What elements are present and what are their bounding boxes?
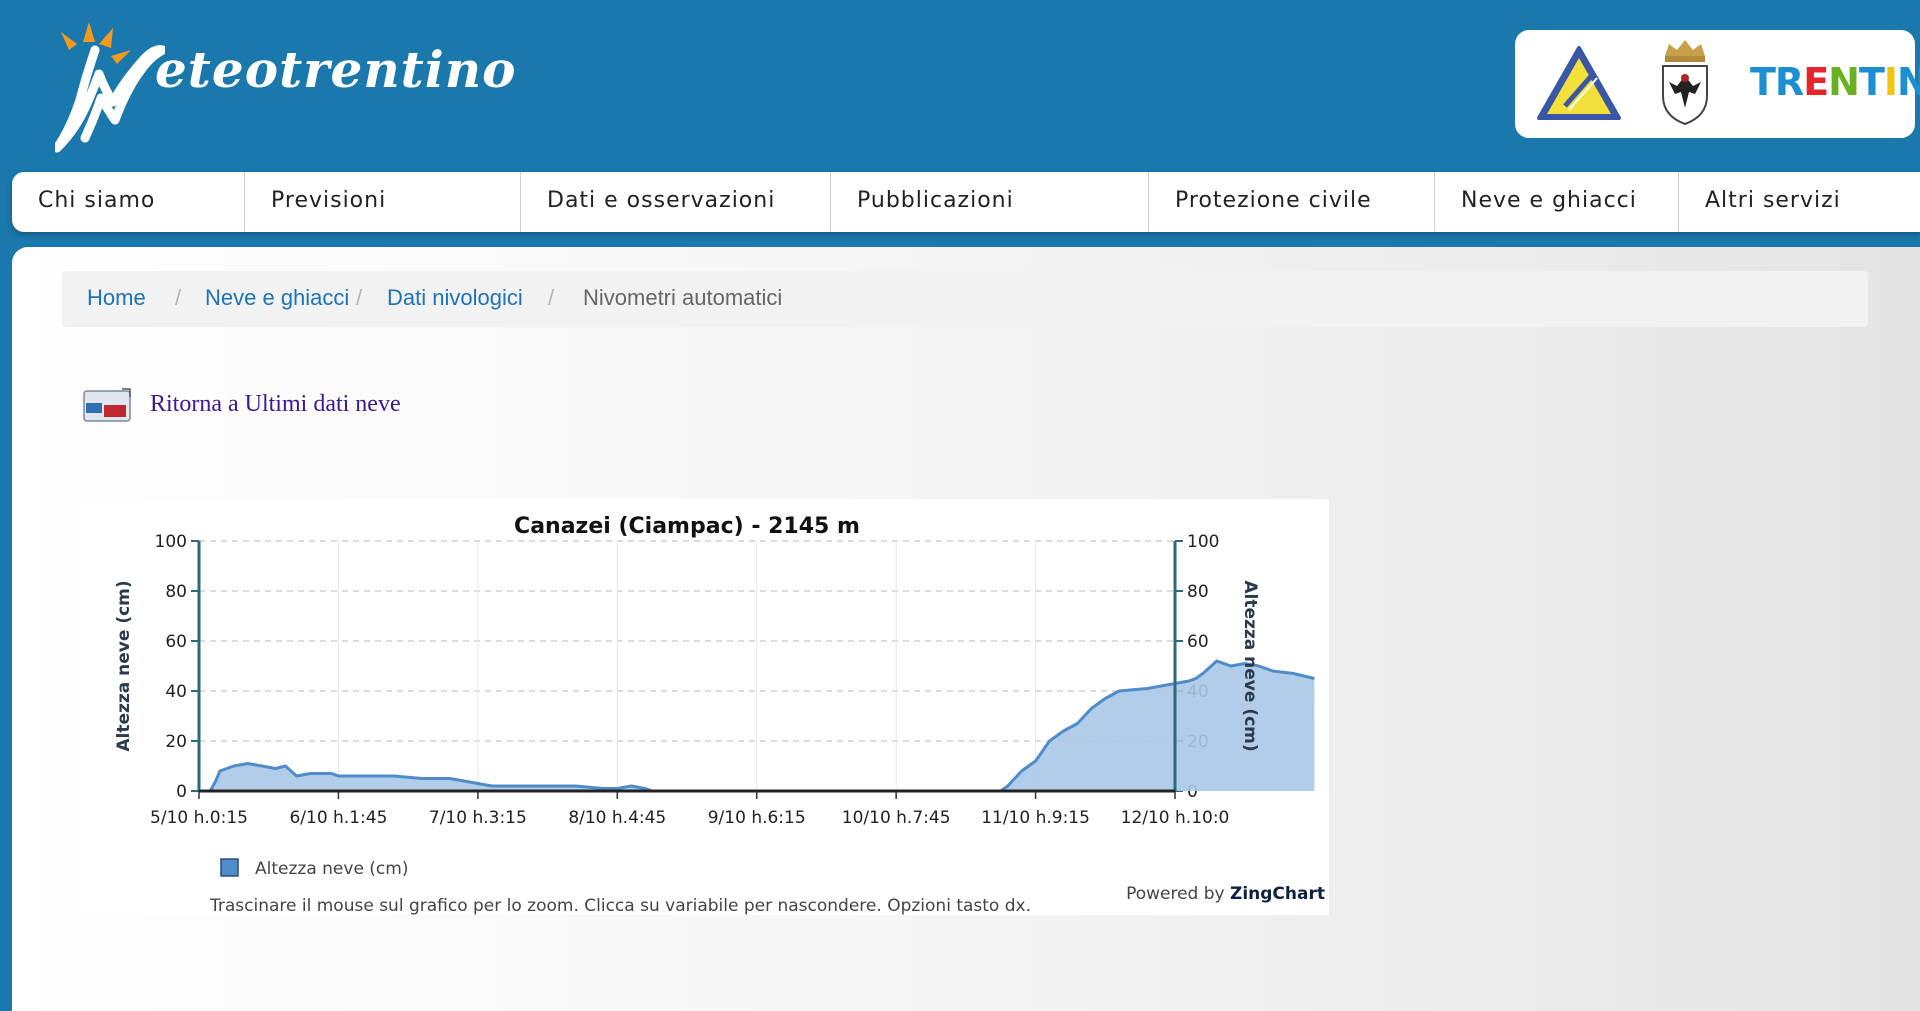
trentino-letter: N: [1828, 60, 1860, 104]
nav-altri-servizi[interactable]: Altri servizi: [1678, 172, 1920, 232]
powered-by-label: Powered by: [1126, 884, 1230, 904]
protezione-civile-icon[interactable]: [1535, 44, 1623, 124]
y-tick-label-left: 80: [165, 582, 187, 602]
meteotrentino-logo[interactable]: eteotrentino: [55, 20, 515, 155]
x-tick-label: 5/10 h.0:15: [150, 808, 248, 828]
x-tick-label: 8/10 h.4:45: [568, 808, 666, 828]
y-axis-title-right: Altezza neve (cm): [1240, 580, 1260, 751]
back-link-label: Ritorna a Ultimi dati neve: [150, 391, 401, 417]
y-tick-label-left: 40: [165, 682, 187, 702]
chart-instructions: Trascinare il mouse sul grafico per lo z…: [209, 896, 1031, 915]
trentino-letter: E: [1803, 60, 1829, 104]
logo-text: eteotrentino: [155, 40, 517, 99]
y-tick-label-left: 100: [155, 532, 187, 552]
trentino-letter: T: [1858, 60, 1885, 104]
nav-dati-osservazioni[interactable]: Dati e osservazioni: [520, 172, 830, 232]
breadcrumb-dati-nivologici[interactable]: Dati nivologici: [387, 285, 523, 311]
breadcrumb-current: Nivometri automatici: [583, 285, 783, 310]
back-table-icon: [83, 388, 131, 422]
breadcrumb-neve-ghiacci[interactable]: Neve e ghiacci: [205, 285, 349, 311]
x-tick-label: 6/10 h.1:45: [289, 808, 387, 828]
y-tick-label-left: 60: [165, 632, 187, 652]
trentino-letter: T: [1750, 60, 1776, 104]
trentino-letter: R: [1774, 60, 1804, 104]
trentino-letter: N: [1897, 60, 1920, 104]
trentino-letter: I: [1883, 60, 1898, 104]
breadcrumb-separator: /: [548, 285, 555, 310]
breadcrumb-home[interactable]: Home: [87, 285, 146, 311]
legend-swatch: [220, 858, 239, 877]
x-tick-label: 10/10 h.7:45: [842, 808, 951, 828]
y-tick-label-left: 20: [165, 732, 187, 752]
provincia-crest-icon[interactable]: [1655, 36, 1715, 128]
trentino-letters: TRENTINO: [1750, 60, 1920, 104]
nav-neve-ghiacci[interactable]: Neve e ghiacci: [1434, 172, 1678, 232]
y-tick-label-right: 100: [1187, 532, 1219, 552]
x-tick-label: 12/10 h.10:0: [1121, 808, 1230, 828]
legend-label: Altezza neve (cm): [255, 859, 408, 879]
main-nav: Chi siamo Previsioni Dati e osservazioni…: [12, 172, 1920, 232]
zingchart-link[interactable]: ZingChart: [1230, 884, 1325, 904]
powered-by: Powered by ZingChart: [1126, 884, 1325, 904]
nav-previsioni[interactable]: Previsioni: [244, 172, 520, 232]
partner-logos: TRENTINO: [1515, 30, 1920, 138]
main-content: Home / Neve e ghiacci / Dati nivologici …: [12, 247, 1920, 1011]
x-tick-label: 11/10 h.9:15: [981, 808, 1090, 828]
y-tick-label-right: 60: [1187, 632, 1209, 652]
chart-svg[interactable]: Canazei (Ciampac) - 2145 m00202040406060…: [75, 499, 1329, 916]
chart-title: Canazei (Ciampac) - 2145 m: [514, 514, 860, 539]
nav-protezione-civile[interactable]: Protezione civile: [1148, 172, 1434, 232]
y-tick-label-right: 80: [1187, 582, 1209, 602]
breadcrumb: Home / Neve e ghiacci / Dati nivologici …: [62, 271, 1868, 327]
trentino-logo[interactable]: TRENTINO: [1750, 60, 1920, 104]
x-tick-label: 7/10 h.3:15: [429, 808, 527, 828]
x-tick-label: 9/10 h.6:15: [708, 808, 806, 828]
nav-pubblicazioni[interactable]: Pubblicazioni: [830, 172, 1148, 232]
snow-depth-chart[interactable]: Canazei (Ciampac) - 2145 m00202040406060…: [75, 499, 1329, 916]
y-tick-label-left: 0: [176, 782, 187, 802]
breadcrumb-separator: /: [175, 285, 182, 310]
nav-chi-siamo[interactable]: Chi siamo: [12, 172, 244, 232]
y-axis-title-left: Altezza neve (cm): [114, 580, 134, 751]
breadcrumb-separator: /: [356, 285, 363, 310]
sun-m-icon: [55, 22, 165, 153]
